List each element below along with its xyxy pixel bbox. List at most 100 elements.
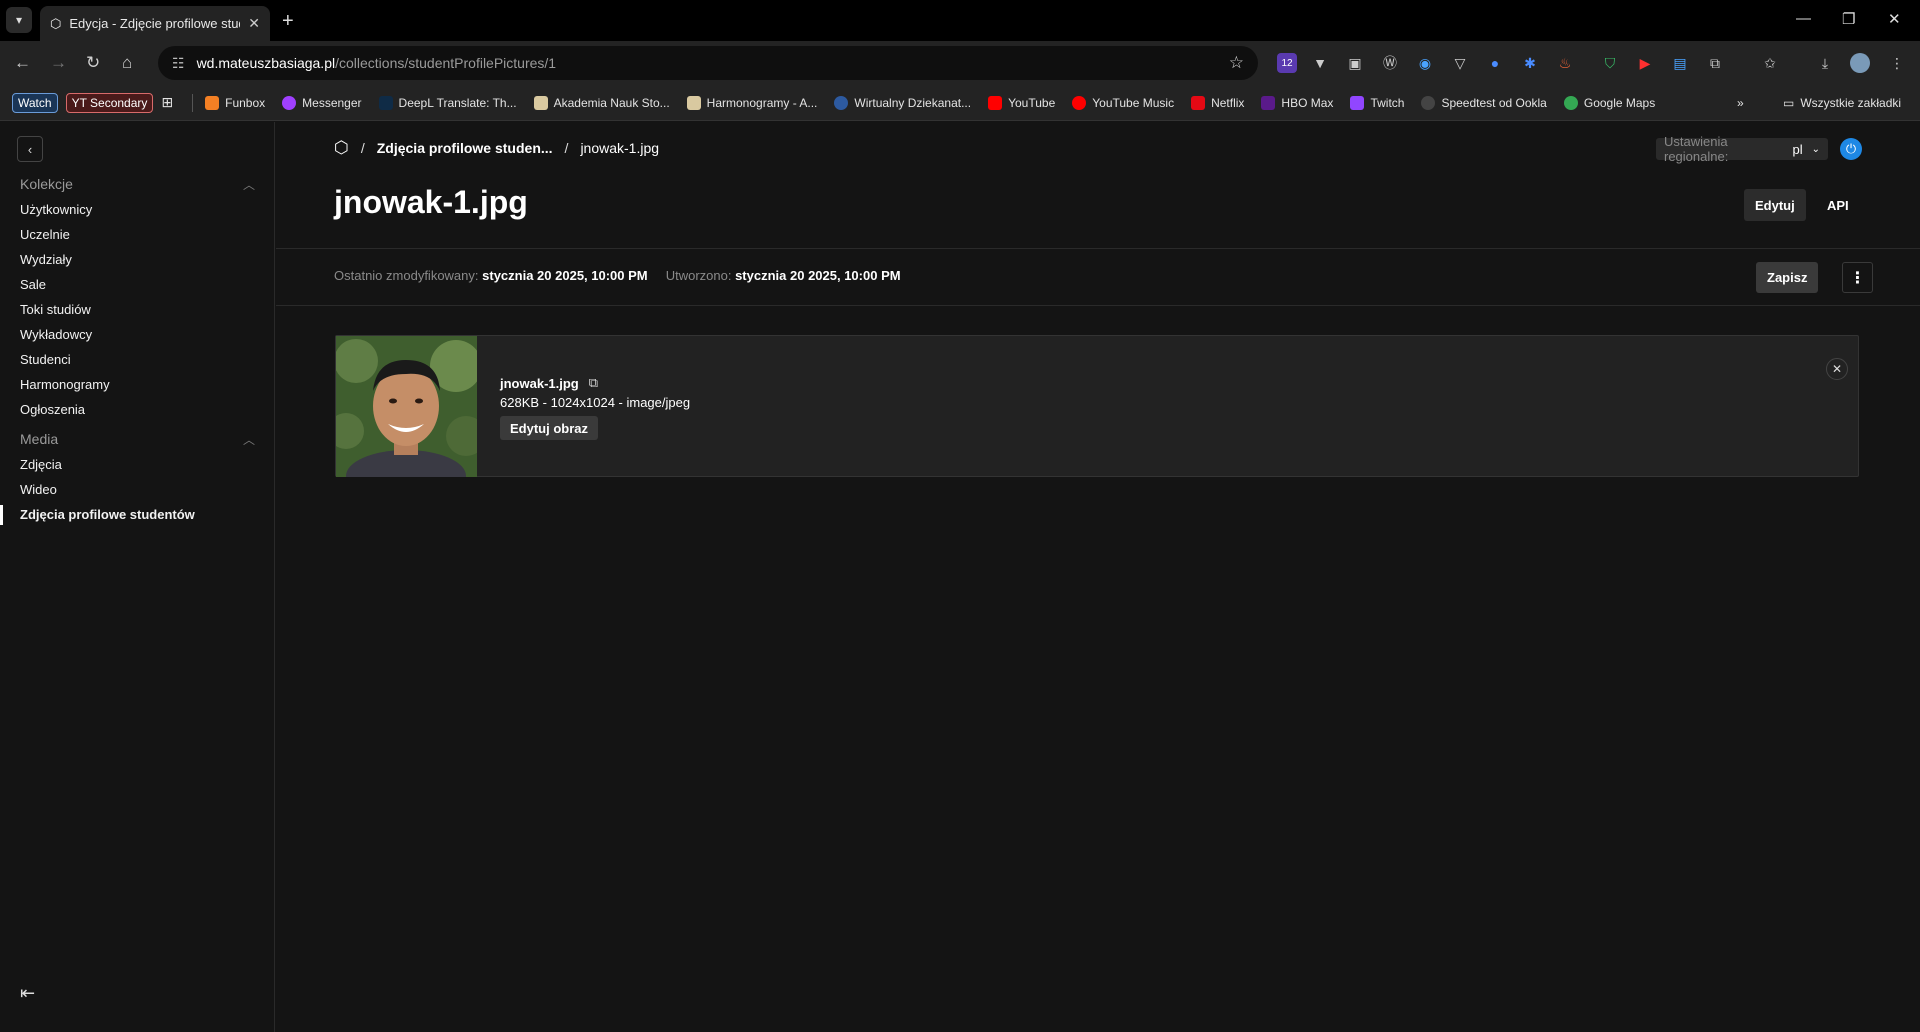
tab-favicon-icon: ⬡ (50, 15, 62, 31)
v-extension-icon[interactable]: ▽ (1450, 53, 1470, 73)
bookmark-item[interactable]: Wirtualny Dziekanat... (834, 95, 971, 110)
page-title: jnowak-1.jpg (334, 184, 528, 220)
main-content: ⬡ / Zdjęcia profilowe studen... / jnowak… (276, 122, 1920, 1032)
bookmark-item[interactable]: Speedtest od Ookla (1421, 95, 1547, 110)
sidebar-item-toki-studiow[interactable]: Toki studiów (20, 302, 91, 317)
shield-extension-icon[interactable]: ⛉ (1600, 53, 1620, 73)
sidebar-group-kolekcje[interactable]: Kolekcje ︿ (20, 176, 255, 193)
tab-edytuj[interactable]: Edytuj (1744, 189, 1806, 221)
address-bar[interactable]: ☷ wd.mateuszbasiaga.pl/collections/stude… (158, 46, 1258, 80)
bookmark-item[interactable]: HBO Max (1261, 95, 1333, 110)
bookmark-item[interactable]: Twitch (1350, 95, 1404, 110)
locale-label: Ustawienia regionalne: (1664, 134, 1729, 164)
bookmark-label: Google Maps (1583, 95, 1656, 110)
browser-toolbar: ← → ↻ ⌂ ☷ wd.mateuszbasiaga.pl/collectio… (0, 41, 1920, 85)
more-bookmarks-icon[interactable]: » (1737, 96, 1744, 110)
bookmark-item[interactable]: DeepL Translate: Th... (378, 95, 517, 110)
browser-tabstrip: ▾ ⬡ Edycja - Zdjęcie profilowe studenta … (0, 0, 1920, 41)
save-button[interactable]: Zapisz (1756, 262, 1819, 293)
puzzle-blue-icon[interactable]: ✱ (1520, 53, 1540, 73)
user-extension-icon[interactable]: ● (1485, 53, 1505, 73)
url-path: /collections/studentProfilePictures/1 (335, 55, 557, 71)
extensions-puzzle-icon[interactable]: ⧉ (1705, 53, 1725, 73)
flame-extension-icon[interactable]: ♨ (1555, 53, 1575, 73)
bookmark-favicon-icon (282, 95, 297, 110)
bookmark-item[interactable]: Harmonogramy - A... (686, 95, 817, 110)
sidebar-group-media[interactable]: Media ︿ (20, 431, 255, 448)
locale-select[interactable]: Ustawienia regionalne: pl ⌄ (1656, 134, 1828, 164)
bookmark-badge-yt-secondary[interactable]: YT Secondary (65, 92, 154, 113)
bookmarks-bar: Watch YT Secondary ⊞ Funbox Messenger De… (0, 85, 1920, 121)
sidebar-item-sale[interactable]: Sale (20, 277, 46, 292)
sidebar-item-ogloszenia[interactable]: Ogłoszenia (20, 402, 85, 417)
forward-icon[interactable]: → (50, 53, 67, 73)
bookmark-favicon-icon (205, 95, 220, 110)
breadcrumb-collection-link[interactable]: Zdjęcia profilowe studen... (377, 140, 553, 156)
youtube-extension-icon[interactable]: ▶ (1635, 53, 1655, 73)
sidebar-item-zdjecia-profilowe-studentow[interactable]: Zdjęcia profilowe studentów (20, 507, 195, 522)
bookmark-item[interactable]: Akademia Nauk Sto... (533, 95, 670, 110)
logout-icon[interactable]: ⇤ (20, 983, 35, 1004)
sidebar-item-uczelnie[interactable]: Uczelnie (20, 227, 70, 242)
bookmark-star-icon[interactable]: ☆ (1229, 53, 1244, 73)
file-name-row: jnowak-1.jpg ⧉ (500, 375, 598, 391)
sidebar-item-studenci[interactable]: Studenci (20, 352, 71, 367)
home-logo-icon[interactable]: ⬡ (334, 138, 349, 158)
portrait-image (336, 336, 477, 477)
chevron-up-icon: ︿ (242, 178, 255, 192)
bookmark-item[interactable]: Netflix (1191, 95, 1244, 110)
download-icon[interactable]: ⤓ (1815, 53, 1835, 73)
sidebar-item-harmonogramy[interactable]: Harmonogramy (20, 377, 110, 392)
reading-list-icon[interactable]: ✩ (1760, 53, 1780, 73)
close-tab-icon[interactable]: ✕ (248, 15, 260, 32)
bookmark-favicon-icon (1421, 95, 1436, 110)
sidebar-item-uzytkownicy[interactable]: Użytkownicy (20, 202, 92, 217)
w-extension-icon[interactable]: Ⓦ (1380, 53, 1400, 73)
reload-icon[interactable]: ↻ (86, 53, 100, 73)
bookmark-badge-watch[interactable]: Watch (12, 92, 58, 113)
sidebar-item-zdjecia[interactable]: Zdjęcia (20, 457, 62, 472)
copy-icon[interactable]: ⧉ (589, 375, 598, 391)
site-info-icon[interactable]: ☷ (172, 55, 185, 72)
active-indicator (0, 505, 3, 525)
profile-avatar[interactable] (1850, 53, 1870, 73)
edit-image-button[interactable]: Edytuj obraz (500, 416, 599, 440)
save-extension-icon[interactable]: ▤ (1670, 53, 1690, 73)
chevron-up-icon: ︿ (242, 433, 255, 447)
power-icon[interactable]: ⏻ (1840, 138, 1862, 160)
home-icon[interactable]: ⌂ (122, 53, 132, 73)
bookmark-item[interactable]: Funbox (205, 95, 265, 110)
tab-search-button[interactable]: ▾ (6, 7, 32, 33)
browser-menu-icon[interactable]: ⋮ (1887, 53, 1907, 73)
new-tab-button[interactable]: + (282, 10, 294, 33)
bookmark-favicon-icon (1350, 95, 1365, 110)
divider (276, 248, 1920, 249)
close-window-icon[interactable]: ✕ (1888, 10, 1901, 28)
browser-tab-active[interactable]: ⬡ Edycja - Zdjęcie profilowe studenta ✕ (40, 6, 270, 41)
url-host: wd.mateuszbasiaga.pl (196, 55, 336, 71)
modified-value: stycznia 20 2025, 10:00 PM (482, 268, 648, 283)
tab-api[interactable]: API (1816, 189, 1860, 221)
sidebar-item-wideo[interactable]: Wideo (20, 482, 57, 497)
sidebar-group-label: Kolekcje (20, 176, 73, 192)
bookmark-item[interactable]: YouTube (988, 95, 1055, 110)
bookmark-item[interactable]: Google Maps (1563, 95, 1656, 110)
more-options-icon[interactable]: ⋮ (1842, 262, 1873, 293)
bookmark-item[interactable]: YouTube Music (1072, 95, 1174, 110)
sk-extension-icon[interactable]: ▣ (1345, 53, 1365, 73)
close-icon[interactable]: ✕ (1826, 358, 1848, 380)
extension-badge[interactable]: 12 (1277, 53, 1297, 73)
apps-grid-icon[interactable]: ⊞ (161, 94, 173, 111)
created-value: stycznia 20 2025, 10:00 PM (735, 268, 901, 283)
sidebar-item-wydzialy[interactable]: Wydziały (20, 252, 72, 267)
sidebar-item-wykladowcy[interactable]: Wykładowcy (20, 327, 92, 342)
all-bookmarks-folder[interactable]: ▭ Wszystkie zakładki (1783, 96, 1901, 110)
minimize-icon[interactable]: — (1796, 10, 1811, 27)
sync-extension-icon[interactable]: ◉ (1415, 53, 1435, 73)
bookmark-item[interactable]: Messenger (282, 95, 362, 110)
back-icon[interactable]: ← (14, 53, 31, 73)
bookmark-favicon-icon (686, 95, 701, 110)
collapse-sidebar-button[interactable]: ‹ (17, 136, 43, 162)
restore-icon[interactable]: ❐ (1842, 10, 1855, 28)
vpn-extension-icon[interactable]: ▼ (1310, 53, 1330, 73)
